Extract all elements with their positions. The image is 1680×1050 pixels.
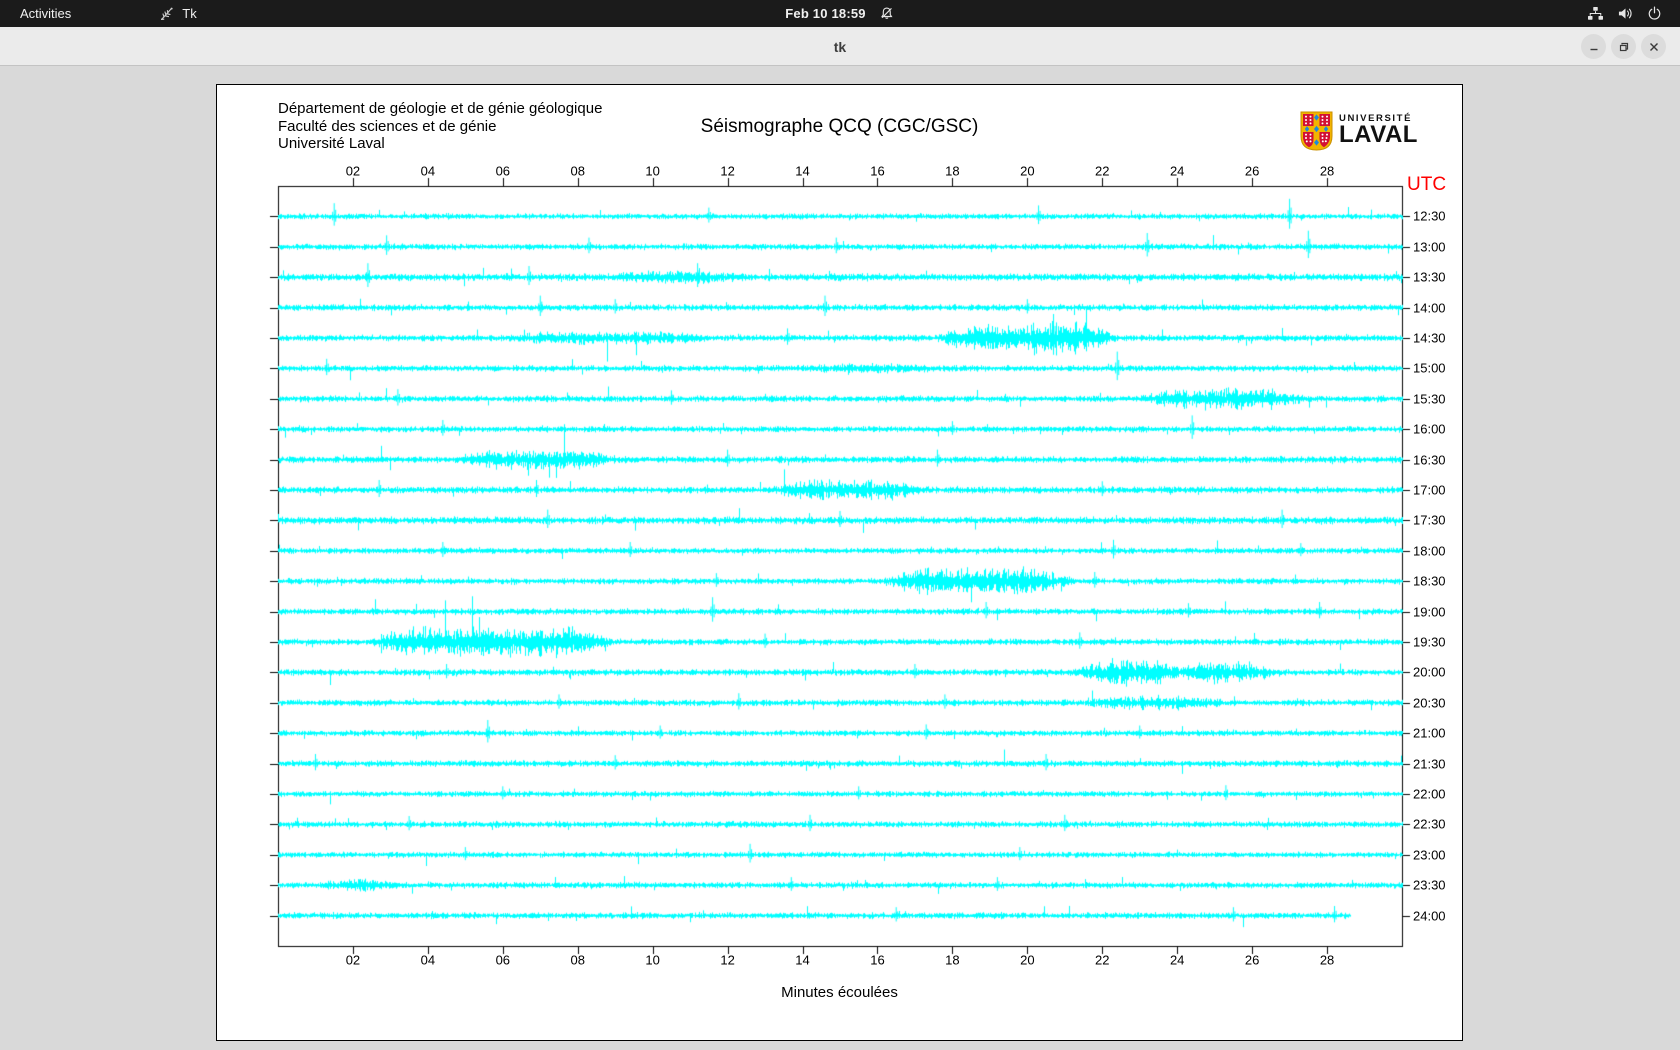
x-tick-label: 12	[720, 164, 734, 179]
notifications-muted-icon	[880, 6, 895, 21]
utc-time-label: 24:00	[1413, 908, 1446, 923]
x-tick-label: 12	[720, 953, 734, 968]
utc-time-label: 18:00	[1413, 543, 1446, 558]
x-tick-label: 18	[945, 953, 959, 968]
x-tick-label: 24	[1170, 953, 1184, 968]
window-title: tk	[0, 27, 1680, 66]
x-tick-label: 24	[1170, 164, 1184, 179]
x-tick-label: 14	[795, 953, 809, 968]
institution-line: Département de géologie et de génie géol…	[278, 100, 602, 118]
minimize-icon	[1588, 41, 1600, 53]
x-tick-label: 28	[1320, 164, 1334, 179]
utc-time-label: 13:00	[1413, 239, 1446, 254]
x-tick-label: 22	[1095, 953, 1109, 968]
x-tick-label: 06	[496, 164, 510, 179]
system-status-menu[interactable]	[1587, 0, 1662, 27]
utc-time-label: 12:30	[1413, 209, 1446, 224]
network-wired-icon	[1587, 6, 1604, 21]
utc-time-label: 14:00	[1413, 300, 1446, 315]
utc-time-label: 19:30	[1413, 635, 1446, 650]
utc-time-label: 21:30	[1413, 756, 1446, 771]
x-tick-label: 06	[496, 953, 510, 968]
utc-time-label: 19:00	[1413, 604, 1446, 619]
x-tick-label: 14	[795, 164, 809, 179]
utc-time-label: 23:00	[1413, 847, 1446, 862]
close-button[interactable]	[1641, 34, 1666, 59]
volume-icon	[1617, 6, 1634, 21]
restore-button[interactable]	[1611, 34, 1636, 59]
activities-button[interactable]: Activities	[0, 0, 91, 27]
utc-time-label: 20:00	[1413, 665, 1446, 680]
x-tick-label: 02	[346, 164, 360, 179]
utc-time-label: 21:00	[1413, 726, 1446, 741]
utc-time-label: 13:30	[1413, 270, 1446, 285]
utc-time-label: 20:30	[1413, 695, 1446, 710]
utc-time-label: 22:30	[1413, 817, 1446, 832]
utc-time-label: 18:30	[1413, 574, 1446, 589]
gnome-top-bar: Activities Tk Feb 10 18:59	[0, 0, 1680, 27]
top-bar-left: Activities Tk	[0, 0, 197, 27]
x-tick-label: 04	[421, 953, 435, 968]
x-axis-title: Minutes écoulées	[217, 984, 1462, 1001]
seismograph-panel-inner: Département de géologie et de génie géol…	[217, 85, 1462, 1040]
x-tick-label: 04	[421, 164, 435, 179]
utc-time-label: 23:30	[1413, 878, 1446, 893]
chart-title: Séismographe QCQ (CGC/GSC)	[217, 116, 1462, 138]
utc-time-label: 14:30	[1413, 331, 1446, 346]
x-tick-label: 26	[1245, 953, 1259, 968]
utc-time-label: 16:30	[1413, 452, 1446, 467]
seismograph-panel: Département de géologie et de génie géol…	[216, 84, 1463, 1041]
tk-feather-icon	[159, 6, 175, 22]
x-tick-label: 10	[645, 953, 659, 968]
seismogram-canvas	[217, 85, 1462, 1040]
laval-logo-line2: LAVAL	[1339, 124, 1418, 146]
utc-time-label: 15:00	[1413, 361, 1446, 376]
utc-time-label: 22:00	[1413, 787, 1446, 802]
utc-time-label: 17:00	[1413, 483, 1446, 498]
x-tick-label: 20	[1020, 164, 1034, 179]
clock-label: Feb 10 18:59	[785, 6, 865, 21]
x-tick-label: 08	[570, 953, 584, 968]
app-menu-label: Tk	[182, 6, 196, 21]
laval-logo-text: UNIVERSITÉ LAVAL	[1339, 111, 1418, 151]
restore-icon	[1618, 41, 1630, 53]
x-tick-label: 28	[1320, 953, 1334, 968]
minimize-button[interactable]	[1581, 34, 1606, 59]
x-tick-label: 26	[1245, 164, 1259, 179]
x-tick-label: 16	[870, 953, 884, 968]
x-tick-label: 22	[1095, 164, 1109, 179]
window-content: Département de géologie et de génie géol…	[0, 67, 1680, 1050]
clock-menu[interactable]: Feb 10 18:59	[785, 0, 894, 27]
x-tick-label: 20	[1020, 953, 1034, 968]
window-title-bar[interactable]: tk	[0, 27, 1680, 66]
utc-time-label: 16:00	[1413, 422, 1446, 437]
x-tick-label: 10	[645, 164, 659, 179]
utc-time-label: 15:30	[1413, 391, 1446, 406]
x-tick-label: 08	[570, 164, 584, 179]
x-tick-label: 02	[346, 953, 360, 968]
x-tick-label: 18	[945, 164, 959, 179]
laval-shield-icon	[1300, 111, 1333, 151]
window-controls	[1581, 34, 1666, 59]
x-tick-label: 16	[870, 164, 884, 179]
power-icon	[1647, 6, 1662, 21]
app-menu[interactable]: Tk	[159, 6, 196, 22]
desktop: Activities Tk Feb 10 18:59	[0, 0, 1680, 1050]
utc-time-label: 17:30	[1413, 513, 1446, 528]
close-icon	[1648, 41, 1660, 53]
universite-laval-logo: UNIVERSITÉ LAVAL	[1300, 111, 1418, 151]
utc-axis-label: UTC	[1407, 174, 1446, 196]
